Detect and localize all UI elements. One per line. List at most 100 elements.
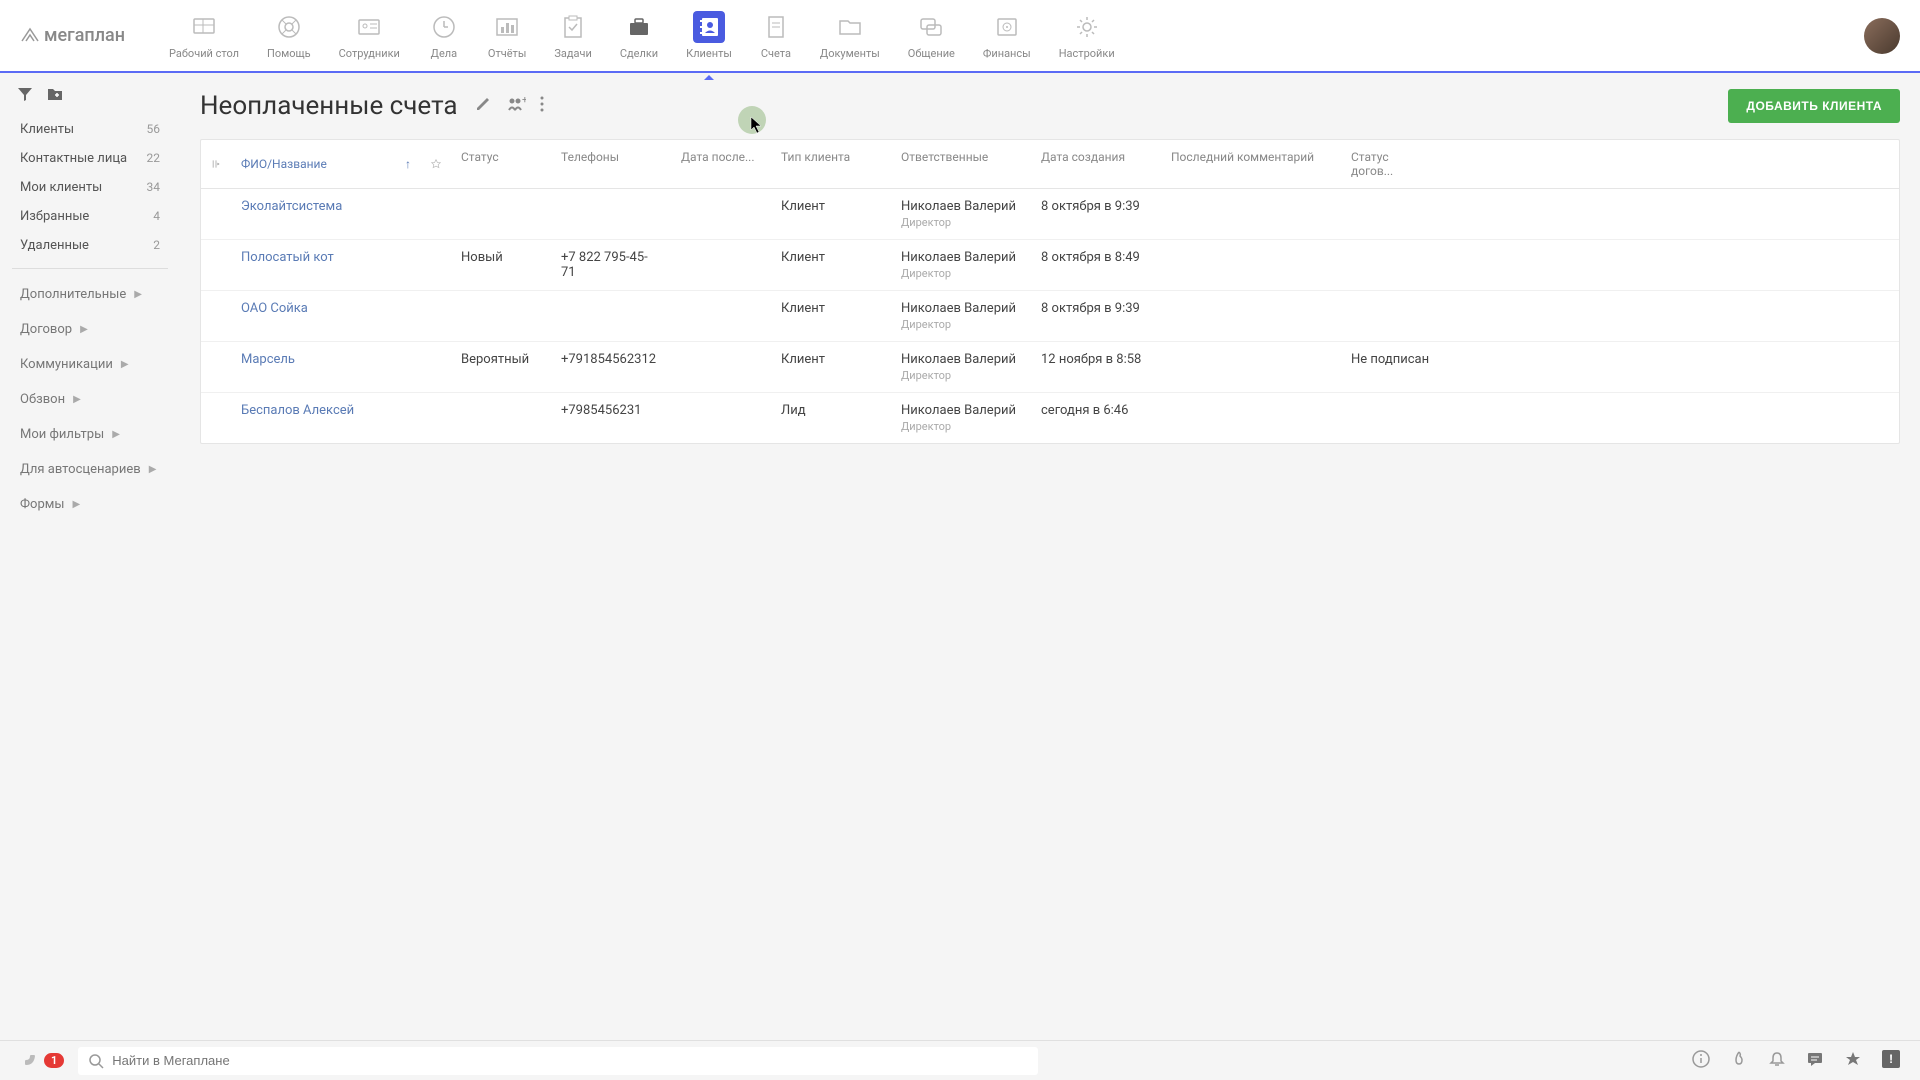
safe-icon xyxy=(993,13,1021,41)
table-row[interactable]: Марсель Вероятный +791854562312 Клиент Н… xyxy=(201,342,1899,393)
section-label: Мои фильтры xyxy=(20,427,104,442)
sidebar-section-forms[interactable]: Формы▶ xyxy=(0,487,180,522)
nav-chat[interactable]: Общение xyxy=(894,3,969,68)
bell-icon[interactable] xyxy=(1768,1050,1786,1072)
alert-icon[interactable]: ! xyxy=(1882,1050,1900,1072)
sidebar-filter-my-clients[interactable]: Мои клиенты34 xyxy=(12,173,168,202)
cell-created: 8 октября в 9:39 xyxy=(1031,199,1161,214)
table-row[interactable]: ОАО Сойка Клиент Николаев ВалерийДиректо… xyxy=(201,291,1899,342)
add-client-button[interactable]: ДОБАВИТЬ КЛИЕНТА xyxy=(1728,89,1900,123)
nav-deals[interactable]: Сделки xyxy=(606,3,672,68)
cell-name: Полосатый кот xyxy=(231,250,421,265)
column-status[interactable]: Статус xyxy=(451,150,551,178)
more-icon[interactable] xyxy=(540,95,544,117)
sidebar-section-my-filters[interactable]: Мои фильтры▶ xyxy=(0,417,180,452)
cell-created: 12 ноября в 8:58 xyxy=(1031,352,1161,367)
column-contract[interactable]: Статус догов... xyxy=(1341,150,1441,178)
cell-role: Директор xyxy=(901,369,1021,382)
cell-type: Клиент xyxy=(771,250,891,265)
chevron-right-icon: ▶ xyxy=(121,359,129,370)
user-avatar[interactable] xyxy=(1864,18,1900,54)
id-card-icon xyxy=(355,13,383,41)
table-row[interactable]: Эколайтсистема Клиент Николаев ВалерийДи… xyxy=(201,189,1899,240)
table-row[interactable]: Полосатый кот Новый +7 822 795-45-71 Кли… xyxy=(201,240,1899,291)
nav-employees[interactable]: Сотрудники xyxy=(325,3,414,68)
nav-reports[interactable]: Отчёты xyxy=(474,3,540,68)
nav-activities[interactable]: Дела xyxy=(414,3,474,68)
bottom-bar: 1 ! xyxy=(0,1040,1920,1080)
column-phone[interactable]: Телефоны xyxy=(551,150,671,178)
column-star[interactable] xyxy=(421,150,451,178)
cell-name: Беспалов Алексей xyxy=(231,403,421,418)
nav-label: Финансы xyxy=(983,47,1031,60)
cell-type: Клиент xyxy=(771,352,891,367)
cell-role: Директор xyxy=(901,267,1021,280)
cell-status: Вероятный xyxy=(451,352,551,367)
info-icon[interactable] xyxy=(1692,1050,1710,1072)
section-label: Договор xyxy=(20,322,72,337)
sidebar: Клиенты56 Контактные лица22 Мои клиенты3… xyxy=(0,73,180,1040)
cell-contract: Не подписан xyxy=(1341,352,1441,367)
nav-label: Рабочий стол xyxy=(169,47,239,60)
sidebar-filter-list: Клиенты56 Контактные лица22 Мои клиенты3… xyxy=(12,115,168,269)
edit-icon[interactable] xyxy=(474,95,492,117)
column-name[interactable]: ФИО/Название↑ xyxy=(231,150,421,178)
nav-clients[interactable]: Клиенты xyxy=(672,3,746,68)
nav-settings[interactable]: Настройки xyxy=(1045,3,1129,68)
section-label: Коммуникации xyxy=(20,357,113,372)
sidebar-filter-contacts[interactable]: Контактные лица22 xyxy=(12,144,168,173)
cell-responsible: Николаев Валерий xyxy=(901,301,1021,316)
nav-tasks[interactable]: Задачи xyxy=(540,3,605,68)
filter-count: 2 xyxy=(153,238,160,253)
sidebar-filter-clients[interactable]: Клиенты56 xyxy=(12,115,168,144)
column-responsible[interactable]: Ответственные xyxy=(891,150,1031,178)
fire-icon[interactable] xyxy=(1730,1050,1748,1072)
chevron-right-icon: ▶ xyxy=(134,289,142,300)
cell-created: 8 октября в 9:39 xyxy=(1031,301,1161,316)
logo-text: мегаплан xyxy=(44,25,125,46)
column-created[interactable]: Дата создания xyxy=(1031,150,1161,178)
section-label: Дополнительные xyxy=(20,287,126,302)
logo[interactable]: мегаплан xyxy=(20,25,125,46)
nav-desktop[interactable]: Рабочий стол xyxy=(155,3,253,68)
nav-documents[interactable]: Документы xyxy=(806,3,894,68)
badge-count: 1 xyxy=(44,1053,64,1068)
search-input[interactable] xyxy=(112,1053,1028,1068)
sort-asc-icon[interactable]: ↑ xyxy=(405,157,411,171)
filter-label: Удаленные xyxy=(20,238,89,253)
global-search[interactable] xyxy=(78,1047,1038,1075)
column-handle-icon[interactable] xyxy=(201,150,231,178)
sidebar-section-calls[interactable]: Обзвон▶ xyxy=(0,382,180,417)
nav-label: Настройки xyxy=(1059,47,1115,60)
filter-icon[interactable] xyxy=(16,85,34,103)
cell-phone: +7 822 795-45-71 xyxy=(551,250,671,280)
sidebar-section-additional[interactable]: Дополнительные ▶ xyxy=(0,277,180,312)
column-comment[interactable]: Последний комментарий xyxy=(1161,150,1341,178)
nav-finance[interactable]: Финансы xyxy=(969,3,1045,68)
nav-items: Рабочий стол Помощь Сотрудники Дела Отчё… xyxy=(155,3,1864,68)
column-date-after[interactable]: Дата после... xyxy=(671,150,771,178)
column-type[interactable]: Тип клиента xyxy=(771,150,891,178)
nav-invoices[interactable]: Счета xyxy=(746,3,806,68)
nav-help[interactable]: Помощь xyxy=(253,3,325,68)
comment-icon[interactable] xyxy=(1806,1050,1824,1072)
sidebar-section-auto[interactable]: Для автосценариев▶ xyxy=(0,452,180,487)
cell-responsible: Николаев Валерий xyxy=(901,250,1021,265)
sidebar-filter-deleted[interactable]: Удаленные 2 xyxy=(12,231,168,260)
sidebar-filter-favorites[interactable]: Избранные4 xyxy=(12,202,168,231)
cell-name: Марсель xyxy=(231,352,421,367)
table-row[interactable]: Беспалов Алексей +7985456231 Лид Николае… xyxy=(201,393,1899,443)
folder-add-icon[interactable] xyxy=(46,85,64,103)
nav-label: Документы xyxy=(820,47,880,60)
cell-role: Директор xyxy=(901,420,1021,433)
sidebar-section-communications[interactable]: Коммуникации ▶ xyxy=(0,347,180,382)
svg-text:+: + xyxy=(522,95,526,106)
briefcase-icon xyxy=(625,13,653,41)
share-icon[interactable]: + xyxy=(506,95,526,117)
star-icon[interactable] xyxy=(1844,1050,1862,1072)
cell-created: 8 октября в 8:49 xyxy=(1031,250,1161,265)
phone-notifications[interactable]: 1 xyxy=(20,1052,64,1070)
sidebar-section-contract[interactable]: Договор▶ xyxy=(0,312,180,347)
cell-responsible: Николаев Валерий xyxy=(901,352,1021,367)
page-title: Неоплаченные счета xyxy=(200,91,458,121)
